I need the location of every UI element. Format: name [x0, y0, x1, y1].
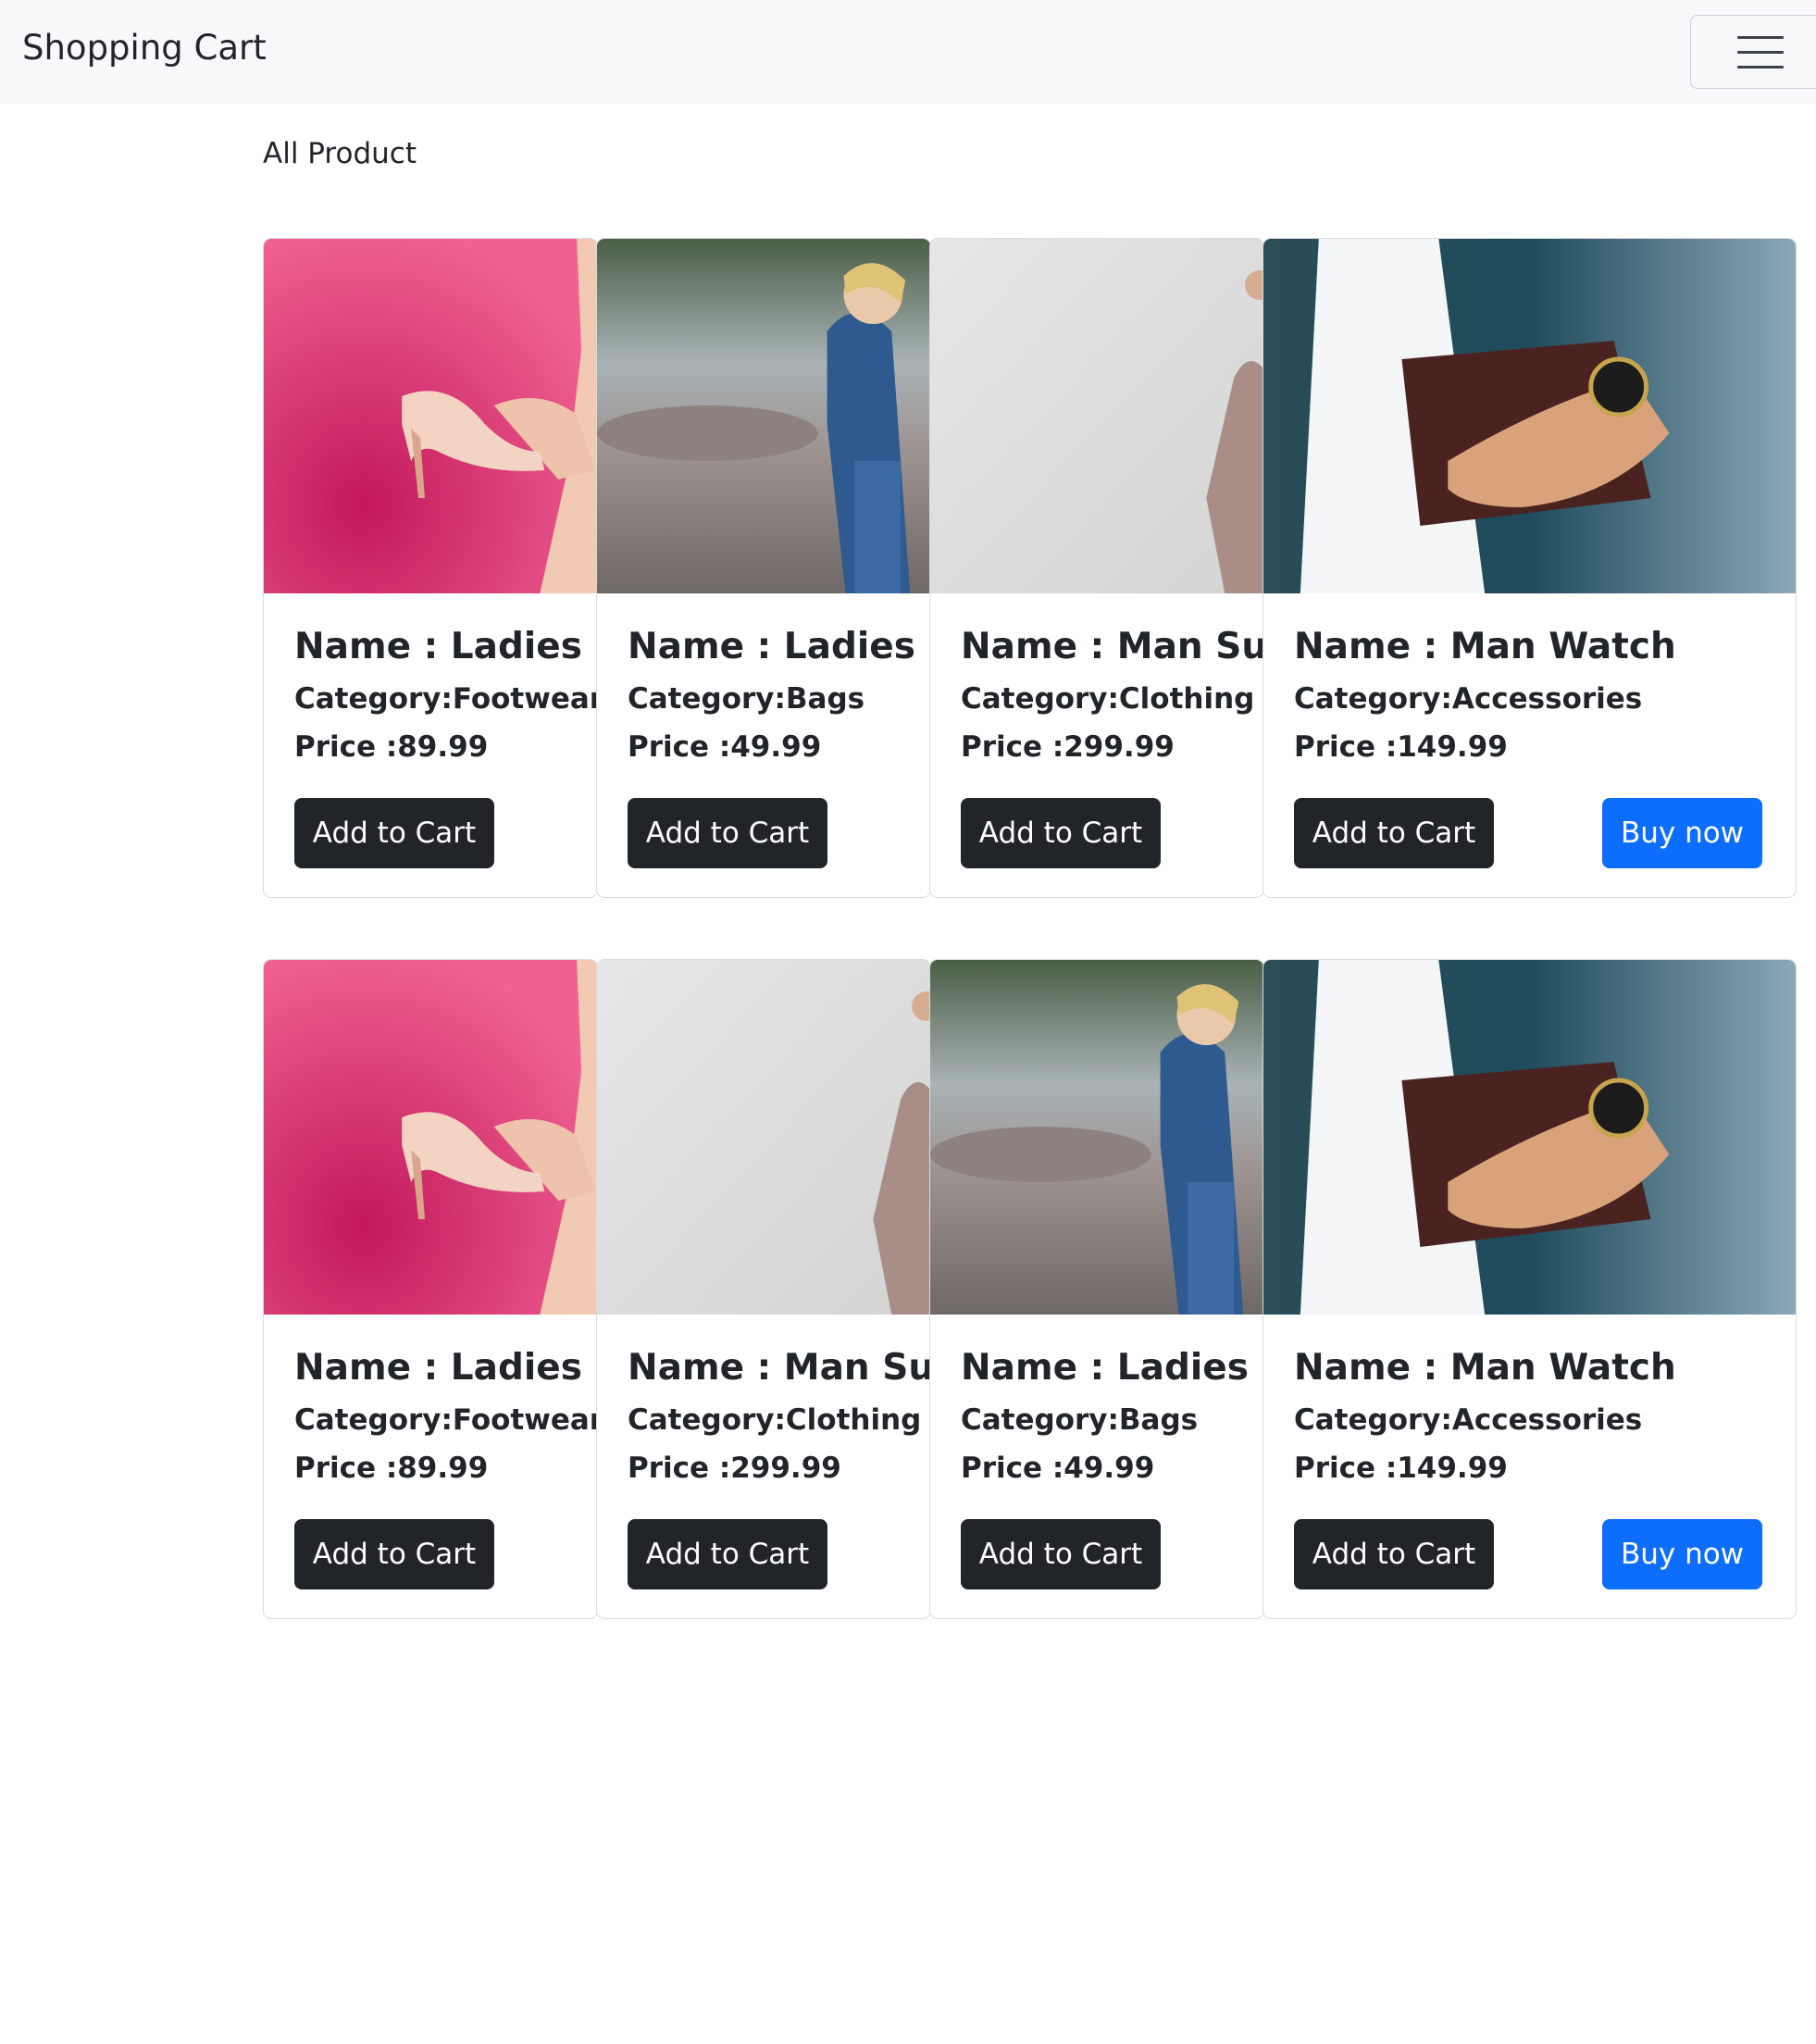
add-to-cart-button[interactable]: Add to Cart	[1294, 1519, 1494, 1589]
buy-now-button[interactable]: Buy now	[1602, 1519, 1762, 1589]
shoe-photo	[264, 960, 597, 1315]
product-name: Name : Ladies Bag	[628, 626, 930, 667]
product-name: Name : Man Watch	[1294, 1347, 1676, 1389]
product-category: Category:Footwear	[294, 681, 598, 716]
product-price: Price :149.99	[1294, 729, 1508, 764]
bag-photo	[597, 239, 930, 593]
product-price: Price :89.99	[294, 1451, 489, 1485]
product-card: Name : Ladies Bag Category:Bags Price :4…	[929, 959, 1264, 1619]
product-name: Name : Ladies Sho	[294, 1347, 597, 1389]
product-price: Price :89.99	[294, 729, 489, 764]
buy-now-button[interactable]: Buy now	[1602, 798, 1762, 868]
product-card: Name : Man Watch Category:Accessories Pr…	[1262, 959, 1797, 1619]
product-name: Name : Ladies Bag	[961, 1347, 1263, 1389]
product-category: Category:Bags	[628, 681, 865, 716]
product-category: Category:Bags	[961, 1402, 1199, 1437]
shoe-photo	[264, 239, 597, 593]
add-to-cart-button[interactable]: Add to Cart	[1294, 798, 1494, 868]
product-card: Name : Man Sui Category:Clothing Price :…	[596, 959, 931, 1619]
add-to-cart-button[interactable]: Add to Cart	[294, 1519, 494, 1589]
product-name: Name : Man Watch	[1294, 626, 1676, 667]
product-row: Name : Ladies Sho Category:Footwear Pric…	[263, 959, 1797, 1619]
product-category: Category:Footwear	[294, 1402, 598, 1437]
product-card: Name : Ladies Bag Category:Bags Price :4…	[596, 238, 931, 898]
hamburger-menu-icon	[1719, 34, 1803, 69]
suit-photo	[930, 239, 1263, 593]
product-category: Category:Clothing	[628, 1402, 922, 1437]
product-name: Name : Ladies Sho	[294, 626, 597, 667]
watch-photo	[1263, 239, 1796, 593]
product-category: Category:Accessories	[1294, 1402, 1643, 1437]
product-card: Name : Ladies Sho Category:Footwear Pric…	[263, 959, 598, 1619]
product-category: Category:Clothing	[961, 681, 1255, 716]
product-card: Name : Man Watch Category:Accessories Pr…	[1262, 238, 1797, 898]
bag-photo	[930, 960, 1263, 1315]
product-name: Name : Man Sui	[628, 1347, 931, 1389]
product-card: Name : Man Suit Category:Clothing Price …	[929, 238, 1264, 898]
suit-photo	[597, 960, 930, 1315]
product-name: Name : Man Suit	[961, 626, 1264, 667]
add-to-cart-button[interactable]: Add to Cart	[961, 798, 1161, 868]
add-to-cart-button[interactable]: Add to Cart	[961, 1519, 1161, 1589]
product-row: Name : Ladies Sho Category:Footwear Pric…	[263, 238, 1797, 898]
product-price: Price :49.99	[628, 729, 822, 764]
watch-photo	[1263, 960, 1796, 1315]
menu-toggle-button[interactable]	[1690, 15, 1816, 89]
product-price: Price :49.99	[961, 1451, 1155, 1485]
product-category: Category:Accessories	[1294, 681, 1643, 716]
add-to-cart-button[interactable]: Add to Cart	[294, 798, 494, 868]
navbar: Shopping Cart	[0, 0, 1816, 104]
product-price: Price :149.99	[1294, 1451, 1508, 1485]
product-card: Name : Ladies Sho Category:Footwear Pric…	[263, 238, 598, 898]
add-to-cart-button[interactable]: Add to Cart	[628, 1519, 827, 1589]
product-price: Price :299.99	[628, 1451, 841, 1485]
brand-title[interactable]: Shopping Cart	[22, 28, 267, 69]
add-to-cart-button[interactable]: Add to Cart	[628, 798, 827, 868]
product-price: Price :299.99	[961, 729, 1175, 764]
page-title: All Product	[263, 137, 417, 170]
